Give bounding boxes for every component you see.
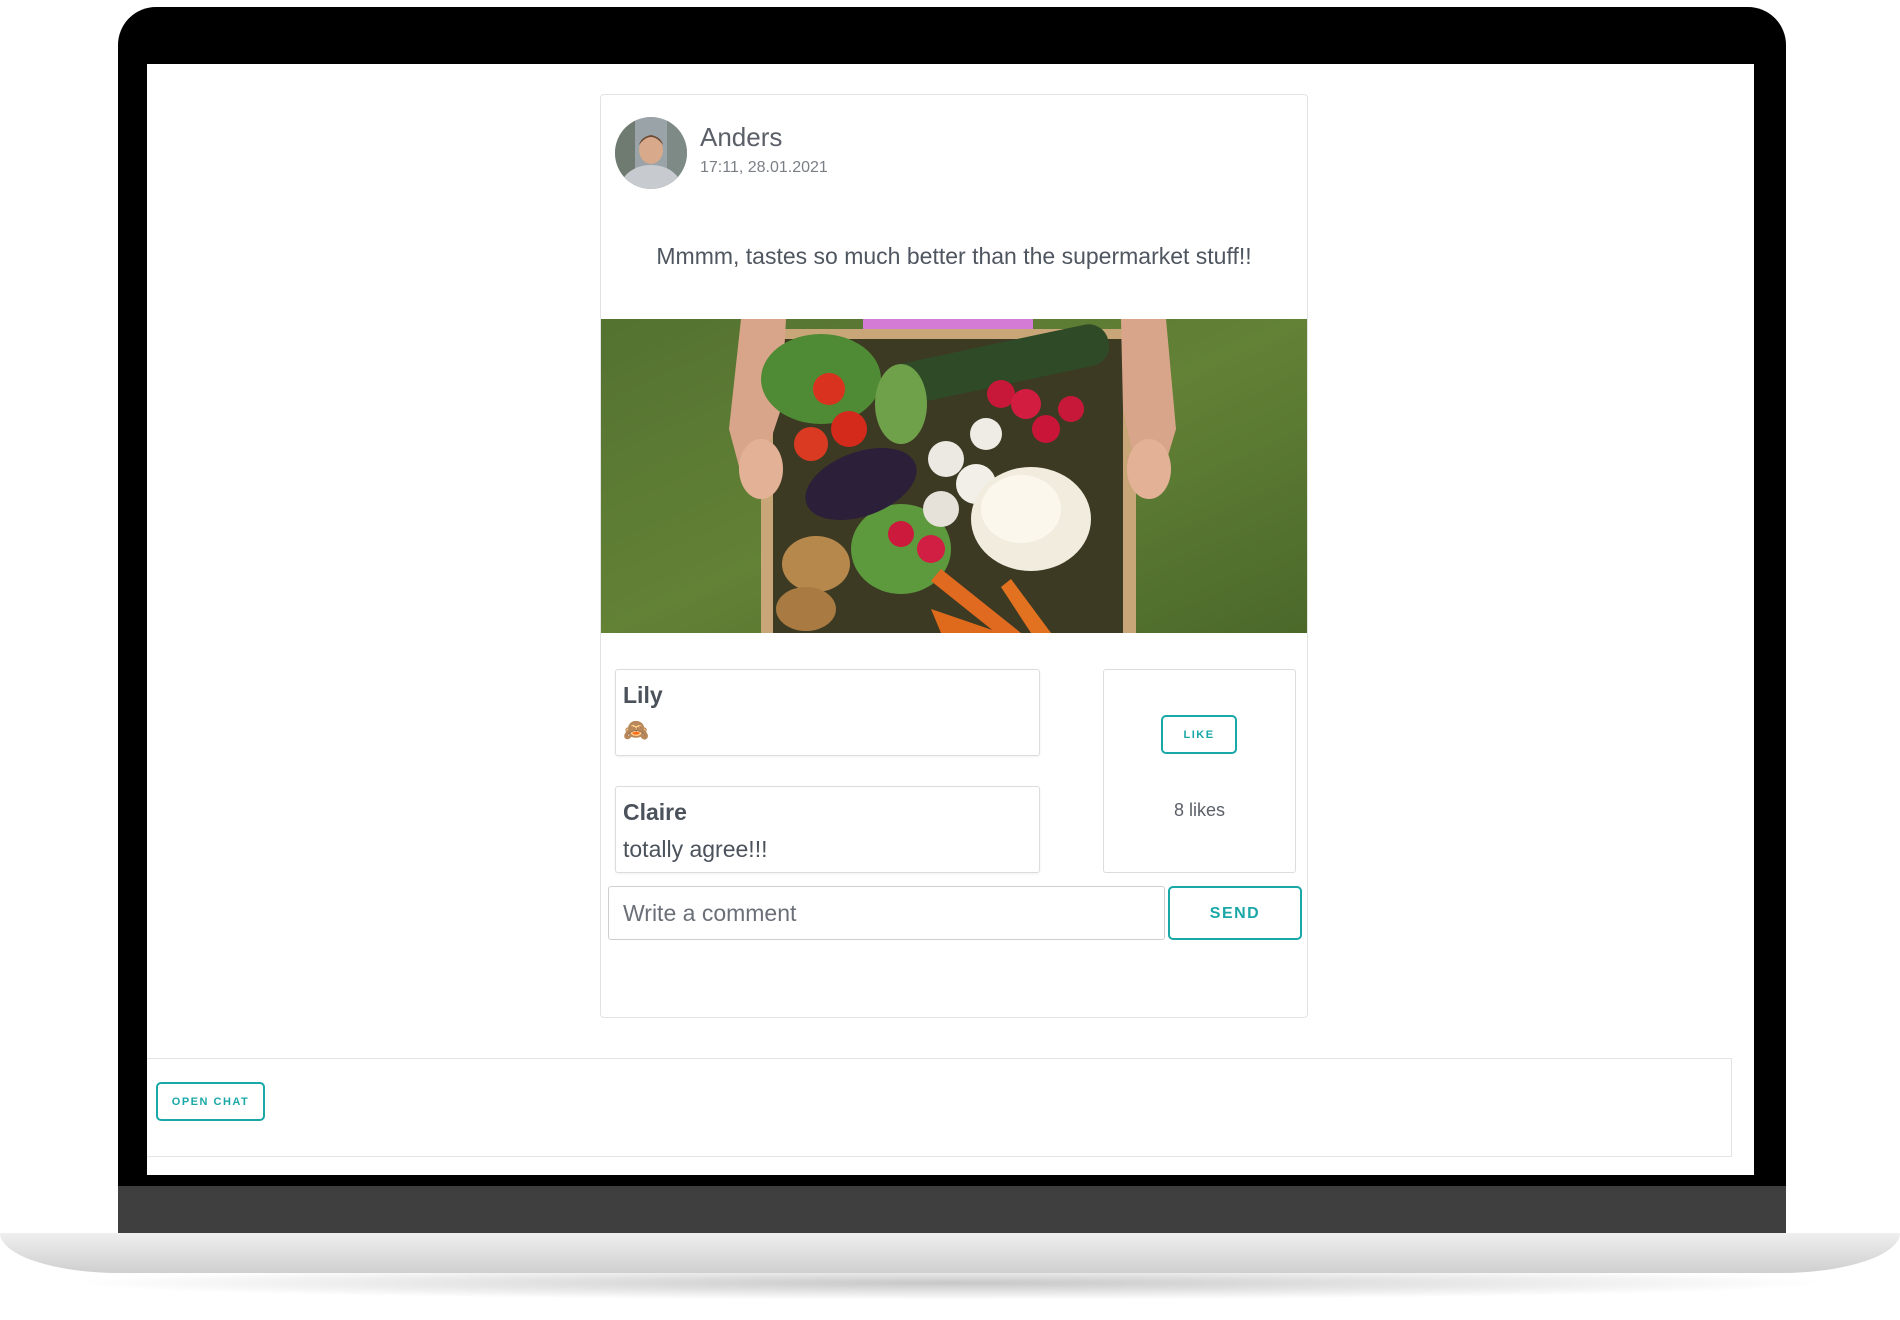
post-image[interactable] [601,319,1307,633]
comment-card: Lily 🙈 [615,669,1040,756]
post-card: Anders 17:11, 28.01.2021 Mmmm, tastes so… [600,94,1308,1018]
laptop-hinge [118,1186,1786,1234]
laptop-base [0,1233,1900,1273]
post-text: Mmmm, tastes so much better than the sup… [656,243,1252,269]
likes-panel: LIKE 8 likes [1103,669,1296,873]
likes-count: 8 likes [1173,800,1226,820]
vegetable-crate-image [601,319,1307,633]
open-chat-button[interactable]: OPEN CHAT [156,1082,265,1121]
comment-text: totally agree!!! [623,836,768,862]
post-author-name[interactable]: Anders [700,122,782,153]
chat-bar: OPEN CHAT [147,1058,1732,1157]
comment-input[interactable] [608,886,1165,940]
avatar-photo-icon [615,117,687,189]
like-button[interactable]: LIKE [1161,715,1237,754]
send-button[interactable]: SEND [1168,886,1302,940]
comment-card: Claire totally agree!!! [615,786,1040,873]
comment-author[interactable]: Lily [623,682,663,709]
author-avatar[interactable] [615,117,687,189]
comment-author[interactable]: Claire [623,799,687,826]
comment-text: 🙈 [623,719,650,742]
app-screen: Anders 17:11, 28.01.2021 Mmmm, tastes so… [147,64,1754,1175]
post-timestamp: 17:11, 28.01.2021 [700,159,828,176]
